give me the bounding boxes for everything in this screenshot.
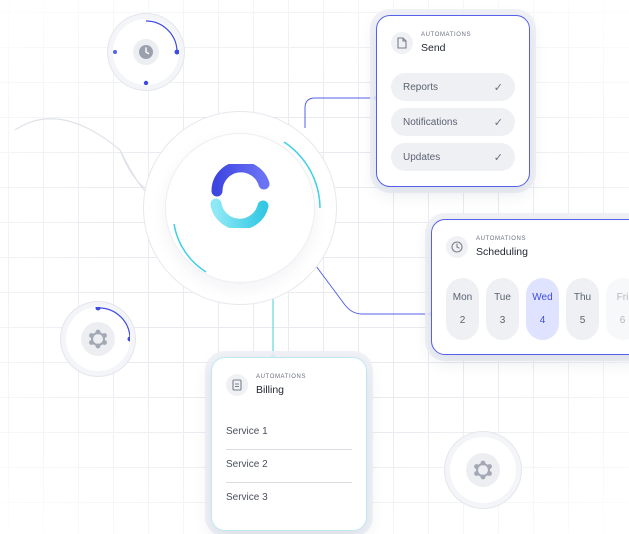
send-item-updates[interactable]: Updates ✓ xyxy=(391,143,515,171)
central-hub xyxy=(144,112,336,304)
service-item-3[interactable]: Service 3 xyxy=(226,492,268,503)
card-title: Billing xyxy=(256,384,285,396)
document-icon xyxy=(391,32,413,54)
card-eyebrow: AUTOMATIONS xyxy=(476,236,527,242)
day-name: Fri xyxy=(616,292,629,303)
card-title: Send xyxy=(421,42,446,54)
divider xyxy=(226,449,352,450)
day-name: Wed xyxy=(532,292,553,303)
clock-icon xyxy=(446,236,468,258)
card-title: Scheduling xyxy=(476,246,528,258)
divider xyxy=(226,482,352,483)
day-date: 3 xyxy=(499,315,506,326)
day-date: 4 xyxy=(539,315,546,326)
day-name: Thu xyxy=(573,292,592,303)
day-wed[interactable]: Wed 4 xyxy=(526,278,559,340)
card-eyebrow: AUTOMATIONS xyxy=(256,374,307,380)
scheduling-automation-card[interactable]: AUTOMATIONS Scheduling Mon 2 Tue 3 Wed 4… xyxy=(431,219,629,355)
day-name: Mon xyxy=(452,292,473,303)
check-icon: ✓ xyxy=(493,116,503,129)
service-item-2[interactable]: Service 2 xyxy=(226,459,268,470)
clock-node xyxy=(113,19,179,85)
check-icon: ✓ xyxy=(493,151,503,164)
send-automation-card[interactable]: AUTOMATIONS Send Reports ✓ Notifications… xyxy=(376,15,530,187)
hub-network-node-bottom xyxy=(450,437,516,503)
billing-automation-card[interactable]: AUTOMATIONS Billing Service 1 Service 2 … xyxy=(211,357,367,531)
day-mon[interactable]: Mon 2 xyxy=(446,278,479,340)
day-date: 5 xyxy=(579,315,586,326)
day-tue[interactable]: Tue 3 xyxy=(486,278,519,340)
day-date: 2 xyxy=(459,315,466,326)
day-date: 6 xyxy=(619,315,626,326)
send-item-label: Reports xyxy=(403,81,439,93)
check-icon: ✓ xyxy=(493,81,503,94)
day-thu[interactable]: Thu 5 xyxy=(566,278,599,340)
day-name: Tue xyxy=(494,292,511,303)
day-fri[interactable]: Fri 6 xyxy=(606,278,629,340)
send-item-label: Updates xyxy=(403,151,441,163)
send-item-notifications[interactable]: Notifications ✓ xyxy=(391,108,515,136)
send-item-reports[interactable]: Reports ✓ xyxy=(391,73,515,101)
hub-network-icon xyxy=(466,453,500,487)
hub-network-node-left xyxy=(66,307,130,371)
loop-logo-icon xyxy=(210,164,270,228)
service-item-1[interactable]: Service 1 xyxy=(226,426,268,437)
send-item-label: Notifications xyxy=(403,116,458,128)
receipt-icon xyxy=(226,374,248,396)
card-eyebrow: AUTOMATIONS xyxy=(421,32,472,38)
